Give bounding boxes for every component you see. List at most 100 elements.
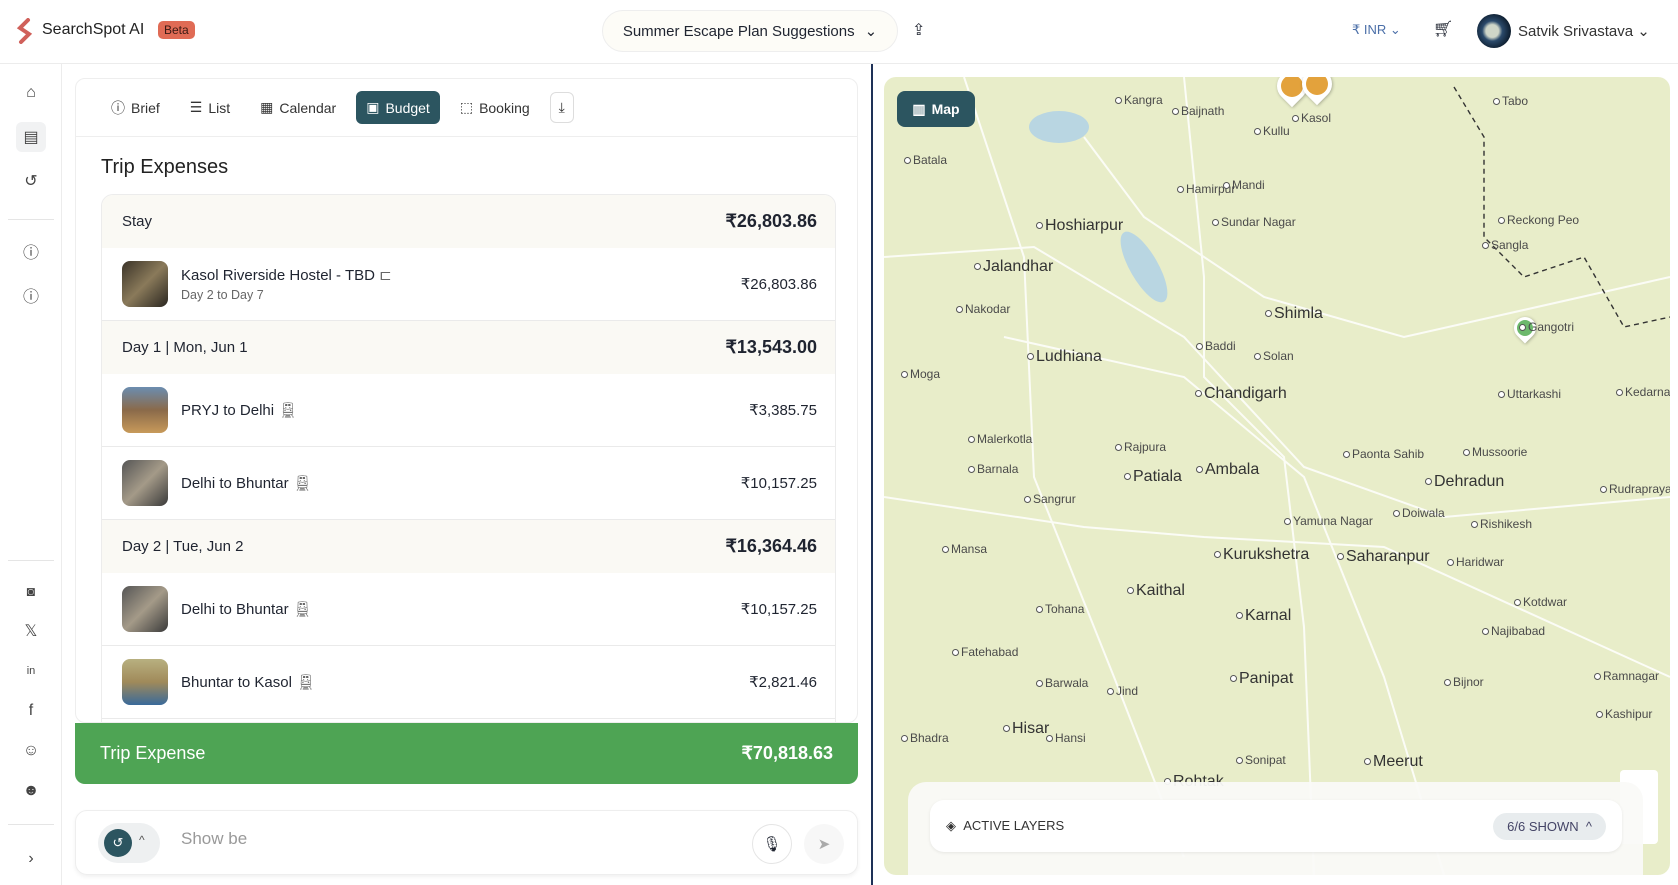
list-icon: ☰ (189, 99, 203, 115)
plan-selector[interactable]: Summer Escape Plan Suggestions ⌄ (602, 10, 898, 52)
map-place-label: Baddi (1196, 339, 1236, 353)
map-place-label: Najibabad (1482, 624, 1545, 638)
map-place-label: Paonta Sahib (1343, 447, 1424, 461)
facebook-icon[interactable]: f (16, 696, 46, 726)
itinerary-panel: ⓘ Brief ☰ List ▦ Calendar ▣ Budget ⬚ Booking … (75, 78, 858, 723)
map-place-label: Barwala (1036, 676, 1088, 690)
group-header-day2: Day 2 | Tue, Jun 2 ₹16,364.46 (102, 520, 835, 573)
send-button[interactable]: ➤ (804, 824, 844, 864)
divider (8, 219, 54, 220)
instagram-icon[interactable]: ◙ (16, 576, 46, 606)
expand-sidebar-icon[interactable]: › (16, 844, 46, 874)
history-toggle[interactable]: ↺ ^ (98, 823, 160, 863)
train-icon: 🚆︎ (278, 402, 298, 419)
map-place-label: Uttarkashi (1498, 387, 1561, 401)
layers-count: 6/6 SHOWN (1507, 818, 1579, 834)
tab-budget[interactable]: ▣ Budget (356, 91, 440, 124)
tab-label: Calendar (279, 99, 337, 116)
item-dates: Day 2 to Day 7 (181, 288, 264, 302)
layers-label: ACTIVE LAYERS (963, 818, 1065, 833)
item-name: PRYJ to Delhi (181, 401, 275, 419)
tab-brief[interactable]: ⓘ Brief (101, 90, 170, 126)
thumbnail (122, 387, 168, 433)
chat-input[interactable] (181, 829, 681, 849)
tab-booking[interactable]: ⬚ Booking (450, 91, 540, 124)
map-place-label: Jind (1107, 684, 1138, 698)
group-total: ₹26,803.86 (725, 211, 817, 231)
map[interactable]: ▥ Map Kangra Baijnath Kullu Kasol Tabo Batala H… (884, 77, 1670, 875)
train-icon: 🚆︎ (292, 601, 312, 618)
expense-row[interactable]: Delhi to Bhuntar 🚆︎ ₹10,157.25 (102, 447, 835, 520)
avatar[interactable] (1477, 14, 1511, 48)
item-name: Bhuntar to Kasol (181, 673, 292, 691)
currency-selector[interactable]: ₹ INR ⌄ (1352, 22, 1401, 38)
active-layers-bar[interactable]: ◈ ACTIVE LAYERS 6/6 SHOWN ^ (930, 800, 1622, 852)
map-place-label: Mansa (942, 542, 987, 556)
item-amount: ₹26,803.86 (740, 276, 817, 293)
map-place-label: Yamuna Nagar (1284, 514, 1373, 528)
map-place-label: Hansi (1046, 731, 1086, 745)
map-place-label: Kashipur (1596, 707, 1652, 721)
x-icon[interactable]: 𝕏 (16, 616, 46, 646)
booking-icon: ⬚ (459, 99, 474, 115)
currency-label: INR (1363, 22, 1387, 37)
tab-list[interactable]: ☰ List (180, 91, 240, 124)
info-icon[interactable]: ⓘ (16, 280, 46, 310)
help-icon[interactable]: ⓘ (16, 236, 46, 266)
item-amount: ₹10,157.25 (740, 601, 817, 618)
thumbnail (122, 261, 168, 307)
discord-icon[interactable]: ☻ (16, 776, 46, 806)
trips-icon[interactable]: ▤ (16, 122, 46, 152)
panel-divider[interactable] (871, 64, 873, 885)
download-pdf-button[interactable]: ⤓ (549, 92, 574, 123)
expense-row[interactable]: Bhuntar to Kasol 🚆︎ ₹2,821.46 (102, 646, 835, 719)
tab-label: List (208, 99, 231, 116)
thumbnail (122, 659, 168, 705)
map-place-label: Malerkotla (968, 432, 1032, 446)
tab-bar: ⓘ Brief ☰ List ▦ Calendar ▣ Budget ⬚ Booking … (76, 79, 857, 137)
group-header-stay: Stay ₹26,803.86 (102, 195, 835, 248)
divider (8, 560, 54, 561)
map-place-label: Tabo (1493, 94, 1528, 108)
map-place-label: Hisar (1003, 720, 1049, 738)
expense-row[interactable]: Delhi to Bhuntar 🚆︎ ₹10,157.25 (102, 573, 835, 646)
history-icon[interactable]: ↺ (16, 166, 46, 196)
map-button-label: Map (931, 101, 960, 117)
item-amount: ₹10,157.25 (740, 475, 817, 492)
map-toggle-button[interactable]: ▥ Map (897, 91, 975, 127)
reddit-icon[interactable]: ☺ (16, 736, 46, 766)
item-amount: ₹3,385.75 (749, 402, 817, 419)
expense-row[interactable]: Kasol Riverside Hostel - TBD ⊏ Day 2 to D… (102, 248, 835, 321)
linkedin-icon[interactable]: in (16, 656, 46, 686)
map-place-label: Kurukshetra (1214, 546, 1309, 564)
home-icon[interactable]: ⌂ (16, 78, 46, 108)
calendar-icon: ▦ (260, 99, 274, 115)
group-label: Day 1 | Mon, Jun 1 (122, 339, 248, 356)
map-place-label: Mandi (1223, 178, 1265, 192)
cart-icon[interactable]: 🛒︎ (1433, 19, 1453, 39)
share-icon[interactable]: ⇪ (912, 20, 925, 40)
rupee-icon: ₹ (1352, 22, 1361, 37)
group-header-day1: Day 1 | Mon, Jun 1 ₹13,543.00 (102, 321, 835, 374)
map-place-label: Panipat (1230, 670, 1293, 688)
user-menu[interactable]: Satvik Srivastava ⌄ (1518, 22, 1650, 40)
map-place-label: Sangrur (1024, 492, 1076, 506)
tab-calendar[interactable]: ▦ Calendar (250, 91, 346, 124)
map-place-label: Kaithal (1127, 582, 1185, 600)
history-icon: ↺ (104, 829, 132, 857)
chevron-up-icon: ^ (139, 833, 145, 847)
logo-icon (16, 18, 33, 44)
map-place-label: Kullu (1254, 124, 1290, 138)
map-place-label: Kasol (1292, 111, 1331, 125)
map-place-label: Hoshiarpur (1036, 217, 1123, 235)
map-place-label: Rajpura (1115, 440, 1166, 454)
microphone-button[interactable]: 🎙︎ (752, 824, 792, 864)
expense-row[interactable]: PRYJ to Delhi 🚆︎ ₹3,385.75 (102, 374, 835, 447)
chevron-down-icon: ⌄ (864, 23, 878, 40)
map-place-label: Saharanpur (1337, 548, 1430, 566)
map-place-label: Chandigarh (1195, 385, 1287, 403)
map-place-label: Patiala (1124, 468, 1182, 486)
thumbnail (122, 586, 168, 632)
layers-shown-toggle[interactable]: 6/6 SHOWN ^ (1493, 812, 1606, 840)
map-place-label: Karnal (1236, 607, 1291, 625)
